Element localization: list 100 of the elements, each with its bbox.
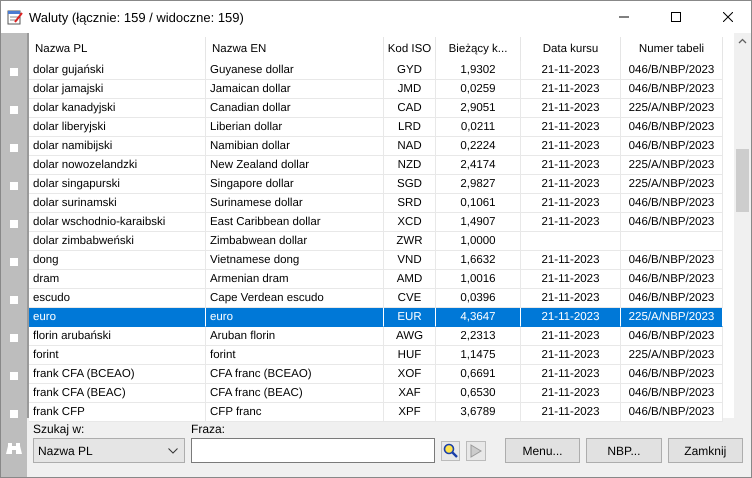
strip-square [10, 258, 18, 266]
scrollbar-thumb[interactable] [736, 149, 749, 212]
table-cell: 046/B/NBP/2023 [621, 194, 723, 213]
table-cell: Aruban florin [206, 327, 384, 346]
table-cell: dram [29, 270, 206, 289]
strip-square [10, 410, 18, 418]
dialog-button[interactable]: NBP... [586, 438, 662, 463]
dialog-button[interactable]: Zamknij [668, 438, 743, 463]
table-cell: Namibian dollar [206, 137, 384, 156]
table-cell: 225/A/NBP/2023 [621, 308, 723, 327]
table-cell: XPF [384, 403, 436, 422]
table-cell: JMD [384, 80, 436, 99]
table-cell: 046/B/NBP/2023 [621, 213, 723, 232]
strip-square [10, 106, 18, 114]
table-cell: 21-11-2023 [521, 251, 621, 270]
table-cell: CFA franc (BEAC) [206, 384, 384, 403]
table-cell: 21-11-2023 [521, 175, 621, 194]
table-cell: dolar zimbabweński [29, 232, 206, 251]
table-cell: 21-11-2023 [521, 137, 621, 156]
table-cell: 21-11-2023 [521, 346, 621, 365]
table-cell: 3,6789 [436, 403, 521, 422]
table-cell: dong [29, 251, 206, 270]
field-label: Szukaj w: [33, 422, 86, 436]
table-cell: escudo [29, 289, 206, 308]
search-button[interactable] [441, 441, 460, 461]
table-cell: 046/B/NBP/2023 [621, 251, 723, 270]
table-cell: CFP franc [206, 403, 384, 422]
phrase-input[interactable] [191, 438, 435, 463]
table-cell: 21-11-2023 [521, 80, 621, 99]
table-cell: VND [384, 251, 436, 270]
table-cell: XOF [384, 365, 436, 384]
strip-square [10, 144, 18, 152]
table-cell: 1,0016 [436, 270, 521, 289]
table-cell: 0,6691 [436, 365, 521, 384]
table-cell: 21-11-2023 [521, 365, 621, 384]
table-cell: Vietnamese dong [206, 251, 384, 270]
table-cell: XAF [384, 384, 436, 403]
table-cell: NZD [384, 156, 436, 175]
table-cell: 225/A/NBP/2023 [621, 346, 723, 365]
close-icon[interactable] [723, 12, 733, 22]
table-cell: 046/B/NBP/2023 [621, 289, 723, 308]
table-cell: 2,9827 [436, 175, 521, 194]
table-cell: dolar singapurski [29, 175, 206, 194]
binoculars-icon [6, 441, 22, 455]
table-cell: euro [206, 308, 384, 327]
notepad-icon [7, 9, 23, 25]
table-cell: GYD [384, 61, 436, 80]
table-cell: AWG [384, 327, 436, 346]
table-cell: 2,4174 [436, 156, 521, 175]
table-cell: 1,6632 [436, 251, 521, 270]
table-cell: 2,2313 [436, 327, 521, 346]
table-cell: frank CFA (BCEAO) [29, 365, 206, 384]
table-cell: Singapore dollar [206, 175, 384, 194]
table-cell: SRD [384, 194, 436, 213]
table-cell: 0,1061 [436, 194, 521, 213]
table-cell: 0,2224 [436, 137, 521, 156]
search-icon [442, 443, 459, 459]
table-cell: dolar liberyjski [29, 118, 206, 137]
search-field-dropdown[interactable]: Nazwa PL [33, 438, 185, 463]
table-cell: Cape Verdean escudo [206, 289, 384, 308]
table-cell: 1,0000 [436, 232, 521, 251]
table-cell: dolar surinamski [29, 194, 206, 213]
strip-square [10, 220, 18, 228]
maximize-icon[interactable] [671, 12, 681, 22]
table-cell: Surinamese dollar [206, 194, 384, 213]
table-cell: Canadian dollar [206, 99, 384, 118]
table-cell: 046/B/NBP/2023 [621, 327, 723, 346]
table-cell: 4,3647 [436, 308, 521, 327]
table-cell: 046/B/NBP/2023 [621, 270, 723, 289]
table-cell: East Caribbean dollar [206, 213, 384, 232]
table-cell: 21-11-2023 [521, 194, 621, 213]
table-cell: 046/B/NBP/2023 [621, 384, 723, 403]
table-cell: 21-11-2023 [521, 99, 621, 118]
table-cell: CAD [384, 99, 436, 118]
table-cell: EUR [384, 308, 436, 327]
table-cell: Zimbabwean dollar [206, 232, 384, 251]
table-cell: New Zealand dollar [206, 156, 384, 175]
strip-square [10, 372, 18, 380]
table-cell: HUF [384, 346, 436, 365]
table-cell: 21-11-2023 [521, 308, 621, 327]
table-cell: LRD [384, 118, 436, 137]
table-cell: 21-11-2023 [521, 289, 621, 308]
table-cell: dolar gujański [29, 61, 206, 80]
table-cell: dolar wschodnio-karaibski [29, 213, 206, 232]
table-cell: Guyanese dollar [206, 61, 384, 80]
table-cell: frank CFA (BEAC) [29, 384, 206, 403]
table-cell: 21-11-2023 [521, 61, 621, 80]
table-cell: 0,0396 [436, 289, 521, 308]
table-cell: CFA franc (BCEAO) [206, 365, 384, 384]
table-cell: 046/B/NBP/2023 [621, 118, 723, 137]
chevron-icon [168, 448, 178, 454]
play-icon [470, 444, 482, 458]
table-cell: 1,1475 [436, 346, 521, 365]
dialog-button[interactable]: Menu... [504, 438, 580, 463]
table-cell: 21-11-2023 [521, 327, 621, 346]
table-cell: 21-11-2023 [521, 384, 621, 403]
table-cell: 0,6530 [436, 384, 521, 403]
table-cell: 225/A/NBP/2023 [621, 175, 723, 194]
table-cell: forint [29, 346, 206, 365]
table-cell: dolar namibijski [29, 137, 206, 156]
